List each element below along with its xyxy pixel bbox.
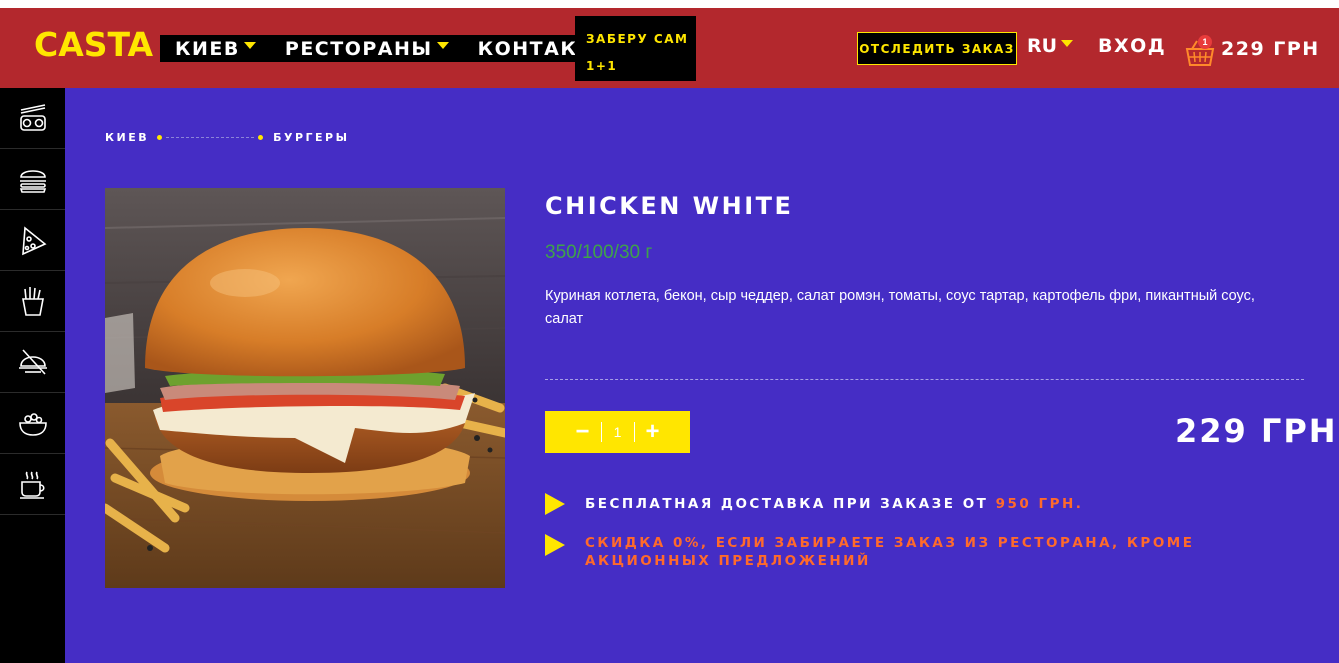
breadcrumb-city[interactable]: КИЕВ [105,131,149,144]
quantity-stepper: − 1 + [545,411,690,453]
logo[interactable]: CASTA [34,25,153,65]
site-header: CASTA КИЕВ РЕСТОРАНЫ КОНТАКТЫ ЗАБЕРУ САМ… [0,8,1339,88]
product-image [105,188,505,588]
pizza-icon [21,226,47,256]
top-strip [0,0,1339,8]
caret-down-icon [1061,39,1074,47]
breadcrumb-separator [166,137,255,138]
pickup-promo-line2: 1+1 [586,59,618,73]
product-price: 229 ГРН [1175,412,1338,450]
main-nav: КИЕВ РЕСТОРАНЫ КОНТАКТЫ [160,35,630,62]
product-title: CHICKEN WHITE [545,192,794,220]
nav-item-city[interactable]: КИЕВ [160,38,270,60]
delivery-text: БЕСПЛАТНАЯ ДОСТАВКА ПРИ ЗАКАЗЕ ОТ [585,496,989,512]
delivery-info: БЕСПЛАТНАЯ ДОСТАВКА ПРИ ЗАКАЗЕ ОТ 950 ГР… [545,493,1083,515]
discount-text: СКИДКА 0%, ЕСЛИ ЗАБИРАЕТЕ ЗАКАЗ ИЗ РЕСТО… [585,535,1195,569]
login-link[interactable]: ВХОД [1098,35,1166,57]
increase-quantity-button[interactable]: + [635,417,671,447]
track-order-button[interactable]: ОТСЛЕДИТЬ ЗАКАЗ [857,32,1017,65]
category-sidebar [0,88,65,663]
product-description: Куриная котлета, бекон, сыр чеддер, сала… [545,288,1255,327]
nav-item-restaurants[interactable]: РЕСТОРАНЫ [270,38,463,60]
no-spicy-icon [18,349,47,375]
play-arrow-icon [545,534,565,556]
pickup-promo-button[interactable]: ЗАБЕРУ САМ 1+1 [575,16,696,81]
caret-down-icon [436,42,449,49]
product-page: КИЕВ БУРГЕРЫ CHICKEN WHITE 350/100/30 г … [65,88,1339,663]
cart-button[interactable]: 1 [1184,35,1216,68]
caret-down-icon [243,42,256,49]
nav-item-label: КИЕВ [175,37,240,60]
sidebar-item-sushi[interactable] [0,88,65,149]
breadcrumb-dot [157,135,163,140]
salad-bowl-icon [18,413,47,436]
sidebar-item-drinks[interactable] [0,454,65,515]
sidebar-item-hot-dishes[interactable] [0,332,65,393]
nav-item-label: РЕСТОРАНЫ [284,37,433,60]
product-weight: 350/100/30 г [545,242,653,263]
burger-photo [105,188,505,588]
breadcrumb-dot [258,135,264,140]
cart-total[interactable]: 229 ГРН [1221,38,1320,60]
cart-count-badge: 1 [1198,35,1212,49]
language-selector[interactable]: RU [1027,35,1074,57]
language-label: RU [1027,35,1058,57]
fries-icon [21,287,44,316]
sidebar-item-fries[interactable] [0,271,65,332]
hot-drink-icon [19,471,45,499]
discount-info: СКИДКА 0%, ЕСЛИ ЗАБИРАЕТЕ ЗАКАЗ ИЗ РЕСТО… [545,534,1245,570]
breadcrumb-category[interactable]: БУРГЕРЫ [273,131,349,144]
pickup-promo-line1: ЗАБЕРУ САМ [586,32,689,46]
play-arrow-icon [545,493,565,515]
divider [545,379,1304,380]
sushi-icon [19,104,46,131]
decrease-quantity-button[interactable]: − [565,417,601,447]
delivery-amount: 950 ГРН. [995,496,1084,512]
breadcrumb: КИЕВ БУРГЕРЫ [105,131,350,144]
sidebar-item-burgers[interactable] [0,149,65,210]
quantity-value[interactable]: 1 [600,422,635,442]
sidebar-item-pizza[interactable] [0,210,65,271]
sidebar-item-salads[interactable] [0,393,65,454]
burger-icon [19,170,46,193]
